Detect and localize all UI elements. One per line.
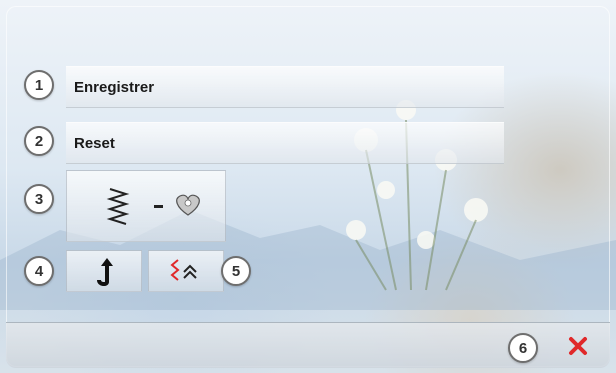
callout-number-2: 2	[24, 126, 54, 156]
stitch-pattern-button[interactable]	[148, 250, 224, 292]
sewing-machine-screen: 1 Enregistrer 2 Reset 3 4 5 6	[0, 0, 616, 373]
reset-button[interactable]: Reset	[66, 122, 504, 164]
callout-number-1: 1	[24, 70, 54, 100]
reset-button-label: Reset	[74, 134, 115, 152]
zigzag-stitch-icon	[106, 188, 130, 225]
callout-number-5: 5	[221, 256, 251, 286]
heart-icon	[176, 194, 200, 216]
stitch-pattern-up-icon	[170, 259, 197, 281]
minus-icon	[154, 205, 163, 208]
save-button[interactable]: Enregistrer	[66, 66, 504, 108]
stitch-to-favorite-button[interactable]	[66, 170, 226, 242]
close-icon	[569, 337, 587, 355]
stitch-favorite-graphic	[106, 188, 200, 225]
save-button-label: Enregistrer	[74, 78, 155, 96]
callout-number-4: 4	[24, 256, 54, 286]
close-button[interactable]	[556, 327, 600, 365]
needle-stop-button[interactable]	[66, 250, 142, 292]
callout-number-6: 6	[508, 333, 538, 363]
needle-stop-icon	[97, 258, 113, 286]
callout-number-3: 3	[24, 184, 54, 214]
